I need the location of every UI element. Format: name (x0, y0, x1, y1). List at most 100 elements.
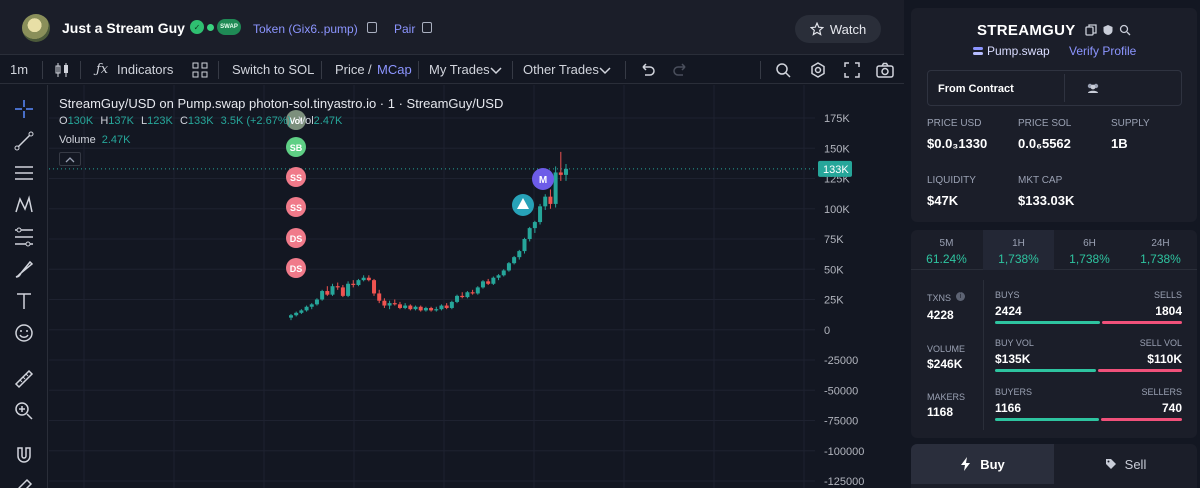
text-tool-icon[interactable] (12, 289, 36, 313)
trade-tabs: Buy Sell (911, 444, 1197, 488)
chevron-down-icon[interactable] (487, 61, 505, 79)
info-icon[interactable]: i (956, 292, 965, 301)
shield-icon[interactable] (1102, 24, 1114, 36)
buy-tab[interactable]: Buy (911, 444, 1054, 484)
candle-body (299, 310, 304, 313)
candle-body (320, 291, 325, 300)
star-icon (809, 22, 824, 36)
mkt-cap-label: MKT CAP (1018, 175, 1063, 186)
candle-body (309, 304, 314, 307)
candle-body (501, 270, 506, 276)
y-tick-label: -75000 (824, 416, 858, 428)
candle-body (465, 292, 470, 298)
price-sol-value: 0.0₆5562 (1018, 136, 1071, 151)
toolbar-divider (321, 61, 322, 79)
emoji-icon[interactable] (12, 321, 36, 345)
switch-to-sol-button[interactable]: Switch to SOL (232, 62, 314, 77)
copy-token-icon[interactable] (367, 22, 377, 33)
fullscreen-icon[interactable] (843, 61, 861, 79)
price-usd-label: PRICE USD (927, 118, 982, 129)
candle-body (439, 305, 444, 310)
candle-body (418, 306, 423, 311)
tab-5m[interactable]: 5M 61.24% (911, 230, 982, 270)
holders-button[interactable] (1064, 74, 1120, 102)
candle-body (512, 257, 517, 264)
candle-body (470, 292, 475, 294)
verify-profile-link[interactable]: Verify Profile (1069, 44, 1136, 58)
indicators-button[interactable]: Indicators (117, 62, 173, 77)
sells-ratio-bar (1102, 321, 1182, 324)
buyers-ratio-bar (995, 418, 1099, 421)
volume-label: VOLUME (927, 344, 966, 354)
price-chart[interactable]: 175K 150K 125K 100K 75K 50K 25K 0 -25000 -50000 -7… (49, 85, 904, 488)
candle-body (392, 303, 397, 305)
collapse-legend-button[interactable] (59, 152, 81, 166)
buys-value: 2424 (995, 304, 1022, 318)
candle-body (304, 306, 309, 311)
high-value: 137K (108, 115, 134, 127)
ohlc-legend: O130K H137K L123K C133K 3.5K (+2.67%) Vo… (59, 115, 346, 127)
y-tick-label: -25000 (824, 355, 858, 367)
tag-icon (1105, 459, 1116, 469)
layout-grid-icon[interactable] (191, 61, 209, 79)
other-trades-dropdown[interactable]: Other Trades (523, 62, 599, 77)
zoom-search-icon[interactable] (774, 61, 792, 79)
chart-canvas[interactable]: 175K150K125K100K75K50K25K0-25000-50000-7… (49, 85, 904, 488)
candle-body (372, 280, 377, 294)
zoom-in-icon[interactable] (12, 399, 36, 423)
tab-1h[interactable]: 1H 1,738% (983, 230, 1054, 270)
change-value: 3.5K (+2.67%) (220, 115, 292, 127)
horizontal-lines-icon[interactable] (12, 161, 36, 185)
toolbar-divider (80, 61, 81, 79)
search-icon[interactable] (1119, 24, 1131, 36)
settings-icon[interactable] (809, 61, 827, 79)
token-address-link[interactable]: Token (Gix6..pump) (253, 22, 358, 36)
interval-button[interactable]: 1m (10, 62, 28, 77)
my-trades-dropdown[interactable]: My Trades (429, 62, 490, 77)
tab-24h[interactable]: 24H 1,738% (1125, 230, 1196, 270)
token-avatar[interactable] (22, 14, 50, 42)
chevron-down-icon[interactable] (596, 61, 614, 79)
magnet-icon[interactable] (12, 443, 36, 467)
candle-body (434, 309, 439, 311)
y-tick-label: -125000 (824, 476, 864, 488)
candle-body (366, 277, 371, 281)
buy-vol-label: BUY VOL (995, 338, 1034, 348)
low-value: 123K (147, 115, 173, 127)
copy-pair-icon[interactable] (422, 22, 432, 33)
sell-tab[interactable]: Sell (1054, 444, 1197, 484)
copy-icon[interactable] (1085, 24, 1097, 36)
trade-marker-label: DS (290, 234, 303, 244)
brush-icon[interactable] (12, 257, 36, 281)
toolbar-divider (625, 61, 626, 79)
trend-line-icon[interactable] (12, 129, 36, 153)
candle-body (491, 277, 496, 284)
tab-6h[interactable]: 6H 1,738% (1054, 230, 1125, 270)
camera-icon[interactable] (876, 61, 894, 79)
candles-icon[interactable] (53, 61, 71, 79)
vol-label: Vol (298, 115, 314, 127)
pattern-tool-icon[interactable] (12, 193, 36, 217)
redo-icon[interactable] (672, 61, 690, 79)
token-header: Just a Stream Guy ✓ SWAP Token (Gix6..pu… (0, 0, 904, 54)
candle-body (532, 222, 537, 229)
price-sol-label: PRICE SOL (1018, 118, 1072, 129)
candle-body (460, 295, 465, 298)
candle-body (335, 286, 340, 288)
crosshair-icon[interactable] (12, 97, 36, 121)
volume-value: 2.47K (101, 134, 131, 146)
price-toggle[interactable]: Price (335, 62, 365, 77)
pair-link[interactable]: Pair (394, 22, 415, 36)
from-contract-box: From Contract (927, 70, 1182, 106)
sell-vol-ratio-bar (1098, 369, 1182, 372)
mcap-toggle[interactable]: MCap (377, 62, 412, 77)
undo-icon[interactable] (638, 61, 656, 79)
y-tick-label: -100000 (824, 446, 864, 458)
pencil-icon[interactable] (12, 475, 36, 488)
watch-button[interactable]: Watch (795, 15, 881, 43)
lightning-icon (961, 457, 971, 471)
buy-vol-value: $135K (995, 352, 1031, 366)
trade-marker-label: DS (290, 264, 303, 274)
fib-tool-icon[interactable] (12, 225, 36, 249)
ruler-icon[interactable] (12, 367, 36, 391)
